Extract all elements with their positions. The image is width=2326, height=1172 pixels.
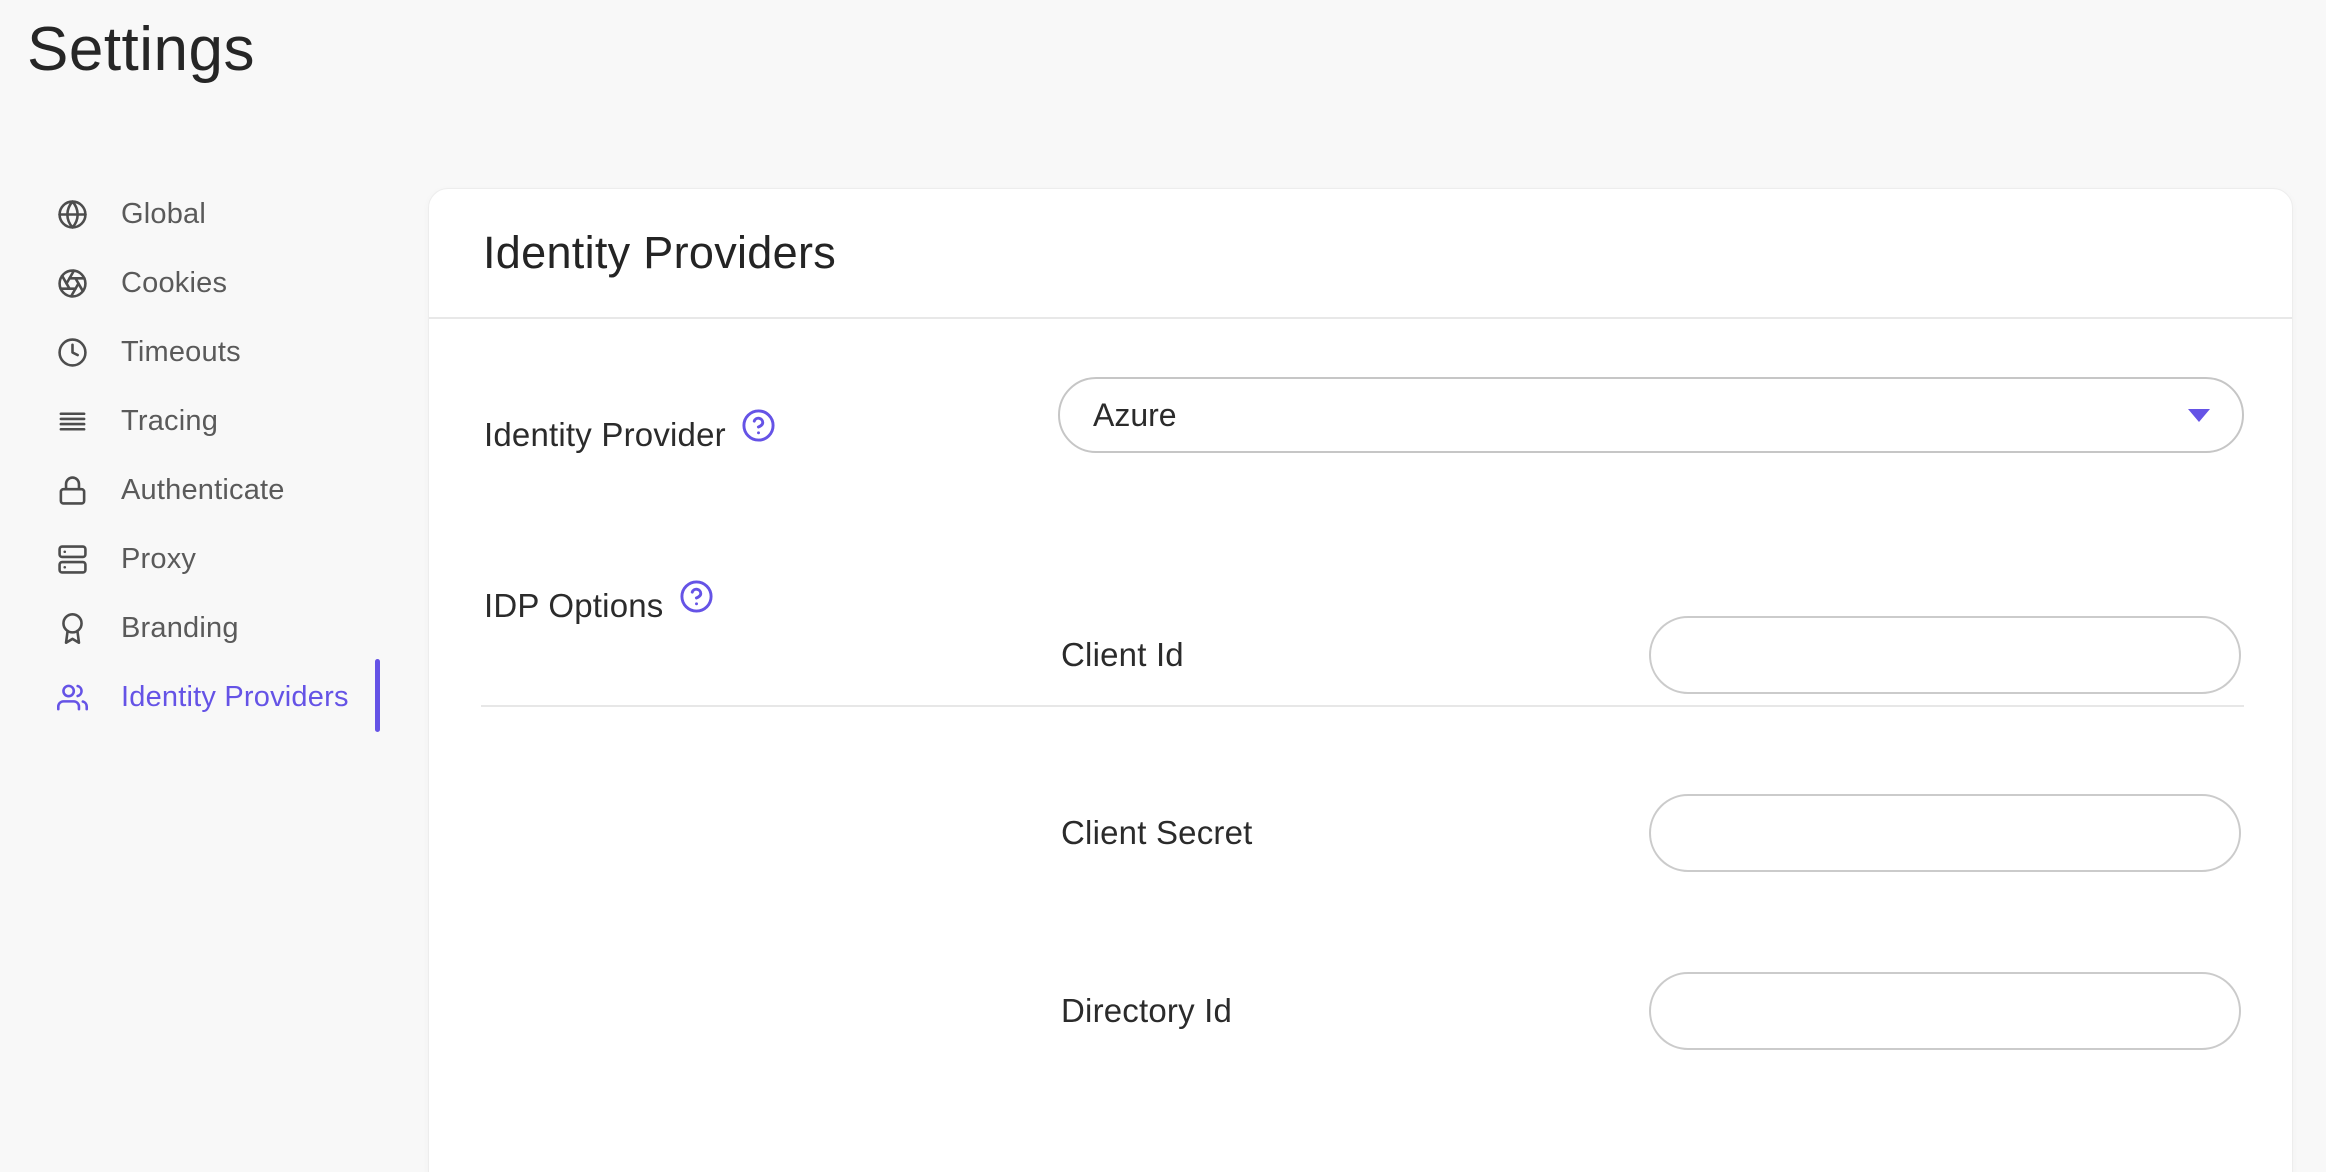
globe-icon — [57, 199, 88, 230]
sidebar-item-timeouts[interactable]: Timeouts — [0, 318, 428, 387]
sidebar-item-authenticate[interactable]: Authenticate — [0, 456, 428, 525]
sidebar-item-label: Authenticate — [121, 474, 285, 506]
sidebar-item-label: Cookies — [121, 267, 228, 299]
directory-id-label: Directory Id — [1061, 992, 1233, 1029]
help-circle-icon[interactable] — [741, 408, 776, 443]
sidebar-item-tracing[interactable]: Tracing — [0, 387, 428, 456]
identity-provider-select[interactable]: Azure — [1058, 377, 2244, 453]
section-divider — [481, 705, 2244, 707]
align-justify-icon — [57, 406, 88, 437]
sidebar-item-label: Timeouts — [121, 336, 241, 368]
panel-title: Identity Providers — [483, 227, 837, 278]
active-item-indicator — [375, 659, 380, 732]
client-secret-label: Client Secret — [1061, 814, 1253, 851]
panel-body: Identity Provider Azure IDP Options Clie… — [429, 319, 2292, 1172]
client-secret-row: Client Secret — [429, 794, 2292, 872]
client-id-label: Client Id — [1061, 636, 1184, 673]
chevron-down-icon — [2188, 409, 2210, 422]
users-icon — [57, 682, 88, 713]
sidebar-item-label: Global — [121, 198, 207, 230]
directory-id-input[interactable] — [1649, 972, 2241, 1050]
sidebar-item-branding[interactable]: Branding — [0, 594, 428, 663]
sidebar-item-label: Proxy — [121, 543, 197, 575]
sidebar-item-label: Branding — [121, 612, 239, 644]
award-icon — [57, 613, 88, 644]
panel-header: Identity Providers — [429, 189, 2292, 319]
server-icon — [57, 544, 88, 575]
aperture-icon — [57, 268, 88, 299]
identity-provider-label: Identity Provider — [484, 409, 776, 454]
identity-provider-label-text: Identity Provider — [484, 416, 726, 453]
client-id-input[interactable] — [1649, 616, 2241, 694]
clock-icon — [57, 337, 88, 368]
sidebar-item-cookies[interactable]: Cookies — [0, 249, 428, 318]
help-circle-icon[interactable] — [679, 579, 714, 614]
client-secret-input[interactable] — [1649, 794, 2241, 872]
identity-providers-panel: Identity Providers Identity Provider Azu… — [428, 188, 2293, 1172]
sidebar-item-label: Tracing — [121, 405, 219, 437]
page-title: Settings — [27, 15, 256, 84]
sidebar-item-label: Identity Providers — [121, 681, 349, 713]
identity-provider-selected-value: Azure — [1093, 396, 1177, 433]
lock-icon — [57, 475, 88, 506]
sidebar-item-global[interactable]: Global — [0, 180, 428, 249]
directory-id-row: Directory Id — [429, 972, 2292, 1050]
sidebar-item-proxy[interactable]: Proxy — [0, 525, 428, 594]
settings-sidebar: Global Cookies Timeouts Tracing Authenti… — [0, 180, 428, 732]
client-id-row: Client Id — [429, 616, 2292, 694]
sidebar-item-identity-providers[interactable]: Identity Providers — [0, 663, 428, 732]
